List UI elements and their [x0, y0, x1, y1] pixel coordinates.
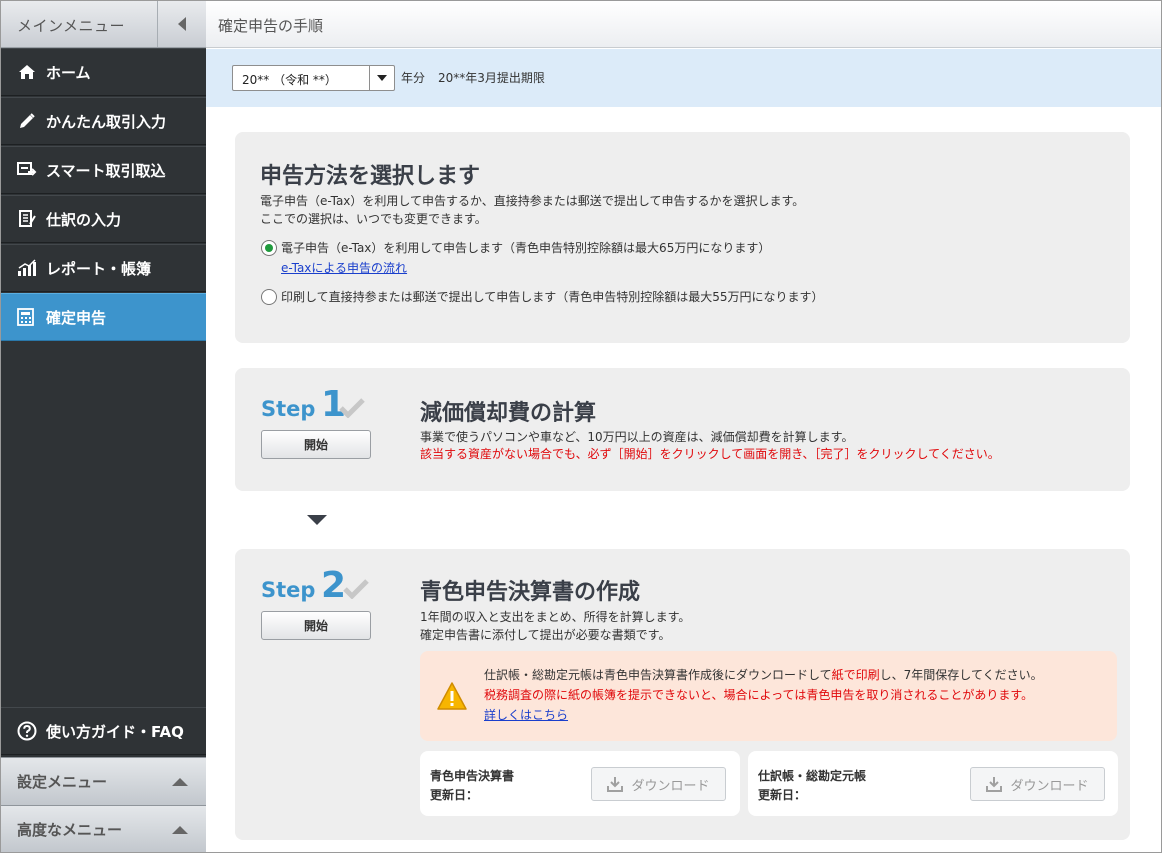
step-1-start-button[interactable]: 開始: [261, 430, 371, 459]
download-card-title: 仕訳帳・総勘定元帳: [758, 769, 867, 783]
chevron-up-icon: [172, 826, 188, 834]
warning-emphasis: 紙で印刷: [831, 668, 880, 682]
chevron-up-icon: [172, 778, 188, 786]
etax-radio-label: 電子申告（e-Tax）を利用して申告します（青色申告特別控除額は最大65万円にな…: [281, 241, 771, 255]
year-select-value: 20** （令和 **）: [242, 73, 337, 87]
etax-radio-option[interactable]: 電子申告（e-Tax）を利用して申告します（青色申告特別控除額は最大65万円にな…: [261, 240, 770, 256]
sidebar-item-label: 確定申告: [46, 308, 107, 327]
main-menu-header: メインメニュー: [1, 1, 206, 48]
import-icon: [17, 160, 37, 180]
advanced-menu-toggle[interactable]: 高度なメニュー: [1, 805, 206, 852]
step-2-start-button[interactable]: 開始: [261, 611, 371, 640]
download-card-updated-label: 更新日：: [758, 788, 807, 802]
flow-arrow-down-icon: [307, 515, 327, 525]
step-2-title: 青色申告決算書の作成: [420, 580, 641, 605]
sidebar-item-label: ホーム: [46, 63, 91, 82]
sidebar-item-home[interactable]: ホーム: [1, 48, 206, 96]
advanced-menu-label: 高度なメニュー: [17, 821, 123, 839]
year-select[interactable]: 20** （令和 **）: [232, 65, 395, 91]
year-select-dropdown-button[interactable]: [369, 66, 394, 90]
etax-flow-link[interactable]: e-Taxによる申告の流れ: [281, 259, 407, 276]
download-card-blue-return: 青色申告決算書 更新日： ダウンロード: [420, 751, 740, 816]
checkmark-icon: [339, 398, 365, 418]
checkmark-icon: [343, 579, 369, 599]
etax-radio-button[interactable]: [261, 240, 277, 256]
download-button-label: ダウンロード: [1010, 778, 1089, 794]
step-word: Step: [261, 578, 316, 602]
download-icon: [986, 777, 1003, 792]
chart-icon: [17, 258, 37, 278]
paper-radio-button[interactable]: [261, 289, 277, 305]
step-1-label: Step 1: [261, 384, 346, 425]
chevron-left-icon: [178, 17, 186, 31]
sidebar-item-tax-return[interactable]: 確定申告: [1, 293, 206, 341]
download-button-ledger[interactable]: ダウンロード: [970, 767, 1105, 801]
filing-deadline: 20**年3月提出期限: [438, 71, 545, 85]
step-word: Step: [261, 397, 316, 421]
step-1-title: 減価償却費の計算: [420, 401, 597, 426]
paper-radio-option[interactable]: 印刷して直接持参または郵送で提出して申告します（青色申告特別控除額は最大55万円…: [261, 289, 824, 305]
filing-method-title: 申告方法を選択します: [260, 164, 481, 189]
download-card-updated-label: 更新日：: [430, 788, 479, 802]
sidebar-item-label: かんたん取引入力: [46, 112, 167, 131]
pencil-icon: [17, 111, 37, 131]
step-2-label: Step 2: [261, 565, 346, 606]
year-suffix: 年分: [401, 71, 426, 85]
help-icon: [17, 721, 37, 741]
filing-method-desc-1: 電子申告（e-Tax）を利用して申告するか、直接持参または郵送で提出して申告する…: [260, 194, 805, 208]
warning-text-part: 仕訳帳・総勘定元帳は青色申告決算書作成後にダウンロードして: [484, 668, 832, 682]
warning-text-part: し、7年間保存してください。: [879, 668, 1043, 682]
paper-radio-label: 印刷して直接持参または郵送で提出して申告します（青色申告特別控除額は最大55万円…: [281, 290, 824, 304]
settings-menu-label: 設定メニュー: [17, 773, 108, 791]
sidebar-item-reports[interactable]: レポート・帳簿: [1, 244, 206, 292]
warning-icon: [437, 682, 467, 710]
download-icon: [607, 777, 624, 792]
sidebar-item-label: 仕訳の入力: [46, 210, 122, 229]
warning-line-2: 税務調査の際に紙の帳簿を提示できないと、場合によっては青色申告を取り消されること…: [484, 688, 1034, 702]
download-card-title: 青色申告決算書: [430, 769, 515, 783]
sidebar-item-label: スマート取引取込: [46, 161, 166, 180]
filing-method-panel: 申告方法を選択します 電子申告（e-Tax）を利用して申告するか、直接持参または…: [235, 132, 1130, 343]
journal-icon: [17, 209, 37, 229]
warning-details-link[interactable]: 詳しくはこちら: [484, 707, 568, 723]
step-1-note: 該当する資産がない場合でも、必ず［開始］をクリックして画面を開き、［完了］をクリ…: [420, 447, 1000, 461]
home-icon: [17, 62, 37, 82]
download-button-label: ダウンロード: [631, 778, 710, 794]
sidebar-item-label: 使い方ガイド・FAQ: [46, 722, 184, 741]
download-button-blue-return[interactable]: ダウンロード: [591, 767, 726, 801]
calculator-icon: [17, 307, 37, 327]
sidebar-item-smart-import[interactable]: スマート取引取込: [1, 146, 206, 194]
app-frame: メインメニュー ホーム かんたん取引入力 スマート取引取込 仕訳の入力 レポート…: [0, 0, 1162, 853]
main-content: 確定申告の手順 20** （令和 **） 年分 20**年3月提出期限 申告方法…: [206, 1, 1161, 852]
collapse-sidebar-button[interactable]: [157, 1, 206, 47]
step-2-panel: Step 2 開始 青色申告決算書の作成 1年間の収入と支出をまとめ、所得を計算…: [235, 549, 1130, 840]
download-card-ledger: 仕訳帳・総勘定元帳 更新日： ダウンロード: [748, 751, 1118, 816]
main-menu-label: メインメニュー: [17, 17, 126, 35]
step-1-desc: 事業で使うパソコンや車など、10万円以上の資産は、減価償却費を計算します。: [420, 430, 854, 444]
sidebar-item-guide-faq[interactable]: 使い方ガイド・FAQ: [1, 707, 206, 755]
page-title: 確定申告の手順: [218, 17, 324, 35]
sidebar-item-journal-entry[interactable]: 仕訳の入力: [1, 195, 206, 243]
page-header: 確定申告の手順: [206, 1, 1161, 48]
year-bar: 20** （令和 **） 年分 20**年3月提出期限: [206, 49, 1161, 107]
filing-method-desc-2: ここでの選択は、いつでも変更できます。: [260, 212, 487, 226]
step-2-desc-2: 確定申告書に添付して提出が必要な書類です。: [420, 628, 671, 642]
sidebar-item-easy-entry[interactable]: かんたん取引入力: [1, 97, 206, 145]
step-1-panel: Step 1 開始 減価償却費の計算 事業で使うパソコンや車など、10万円以上の…: [235, 368, 1130, 491]
paper-ledger-warning: 仕訳帳・総勘定元帳は青色申告決算書作成後にダウンロードして紙で印刷し、7年間保存…: [420, 651, 1117, 741]
step-2-desc-1: 1年間の収入と支出をまとめ、所得を計算します。: [420, 610, 691, 624]
warning-line-1: 仕訳帳・総勘定元帳は青色申告決算書作成後にダウンロードして紙で印刷し、7年間保存…: [484, 667, 1043, 683]
sidebar-item-label: レポート・帳簿: [46, 259, 152, 278]
chevron-down-icon: [377, 75, 387, 81]
sidebar: メインメニュー ホーム かんたん取引入力 スマート取引取込 仕訳の入力 レポート…: [1, 1, 206, 852]
settings-menu-toggle[interactable]: 設定メニュー: [1, 757, 206, 805]
